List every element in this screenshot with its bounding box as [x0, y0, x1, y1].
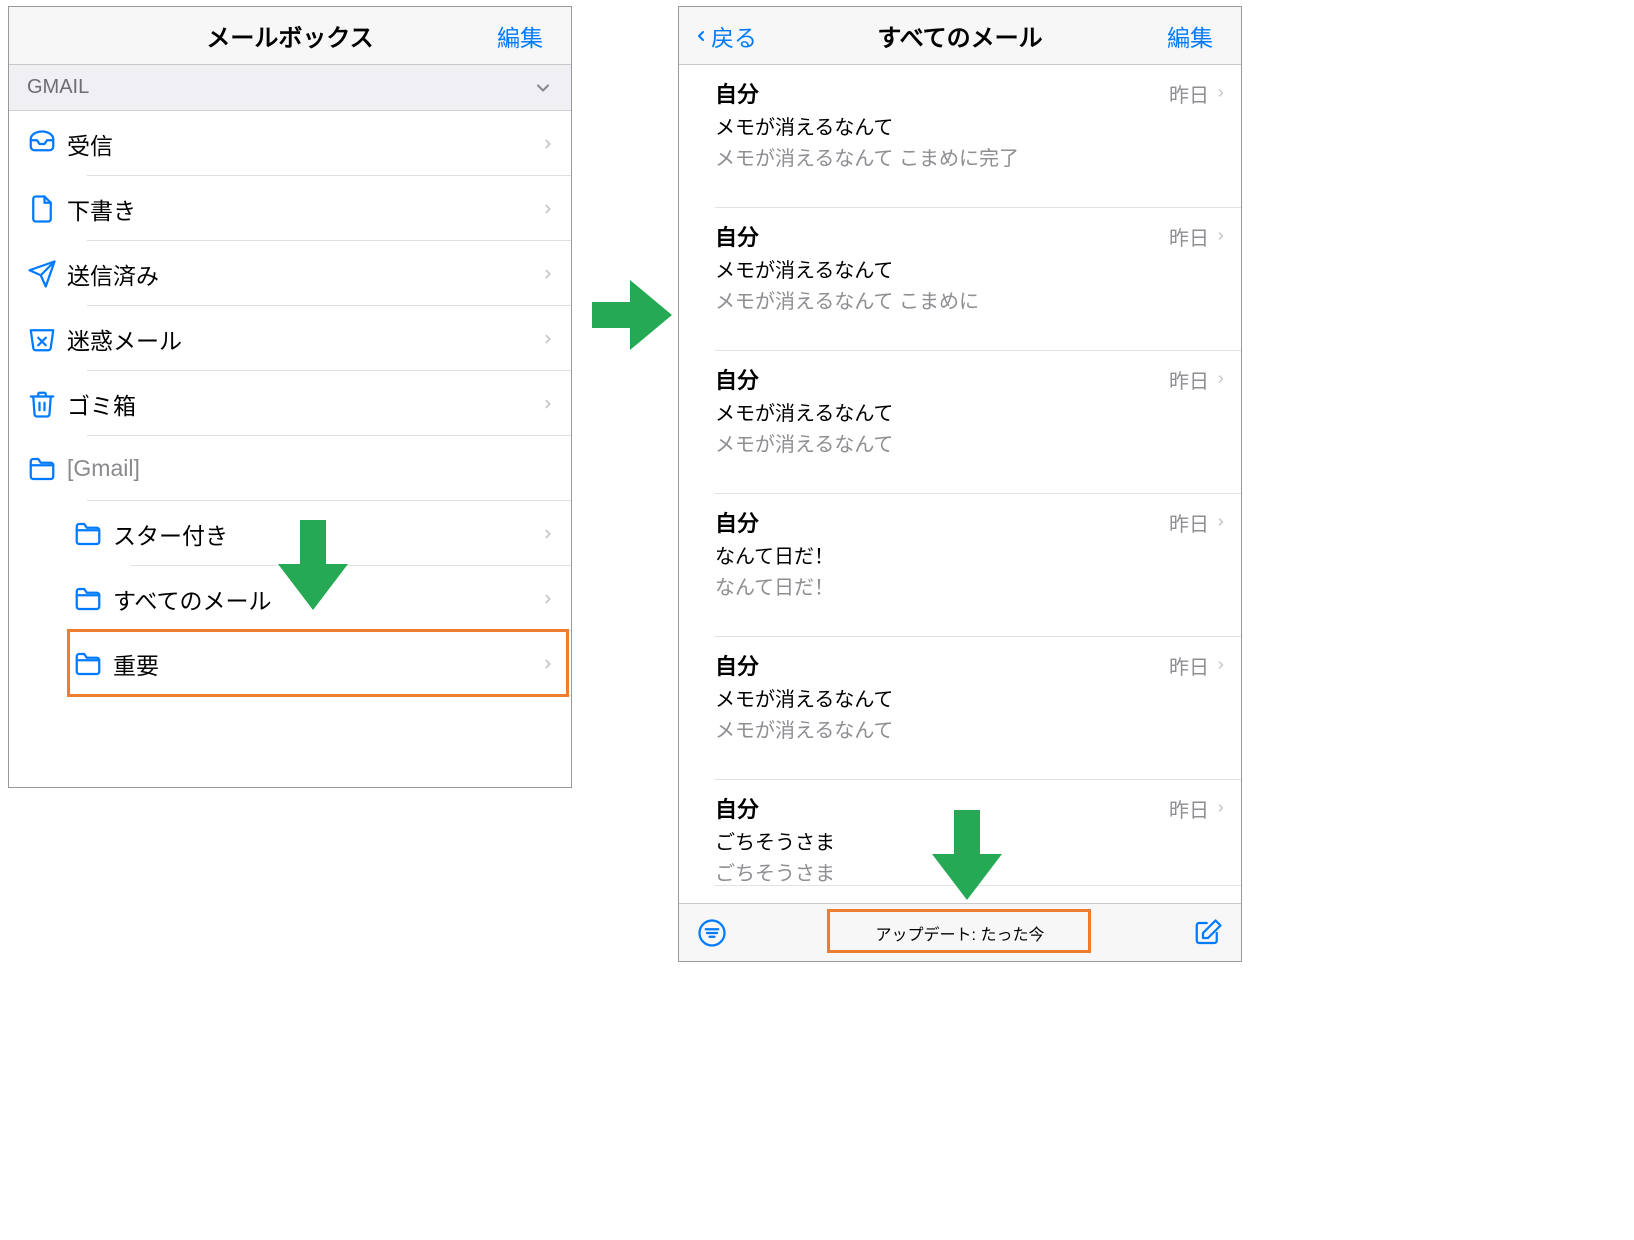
- chevron-right-icon: [541, 524, 571, 544]
- toolbar: アップデート: たった今: [679, 903, 1241, 961]
- message-subject: メモが消えるなんて: [715, 397, 1227, 426]
- chevron-right-icon: [541, 394, 571, 414]
- account-section-header[interactable]: GMAIL: [9, 65, 571, 111]
- chevron-right-icon: [541, 654, 571, 674]
- edit-button[interactable]: 編集: [497, 19, 557, 53]
- message-row[interactable]: 自分 昨日 メモが消えるなんて メモが消えるなんて: [679, 637, 1241, 780]
- message-sender: 自分: [715, 506, 1169, 538]
- mailbox-important[interactable]: 重要: [9, 631, 571, 696]
- junk-icon: [27, 324, 67, 354]
- mailbox-label: ゴミ箱: [67, 387, 541, 421]
- status-label: アップデート: たった今: [727, 921, 1193, 945]
- message-subject: メモが消えるなんて: [715, 111, 1227, 140]
- send-icon: [27, 259, 67, 289]
- folder-icon: [27, 454, 67, 484]
- message-subject: なんて日だ！: [715, 540, 1227, 569]
- arrow-down-annotation: [278, 520, 348, 610]
- message-date: 昨日: [1169, 222, 1209, 251]
- mailbox-gmail-folder[interactable]: [Gmail]: [9, 436, 571, 501]
- chevron-right-icon: [1215, 84, 1227, 102]
- message-date: 昨日: [1169, 365, 1209, 394]
- mailbox-label: [Gmail]: [67, 455, 571, 482]
- arrow-right-annotation: [592, 280, 672, 350]
- chevron-right-icon: [1215, 656, 1227, 674]
- message-preview: メモが消えるなんて こまめに完了: [715, 142, 1227, 171]
- folder-icon: [73, 519, 113, 549]
- message-row[interactable]: 自分 昨日 メモが消えるなんて メモが消えるなんて: [679, 351, 1241, 494]
- inbox-icon: [27, 129, 67, 159]
- chevron-right-icon: [541, 589, 571, 609]
- mailbox-label: 送信済み: [67, 257, 541, 291]
- message-row[interactable]: 自分 昨日 なんて日だ！ なんて日だ！: [679, 494, 1241, 637]
- message-sender: 自分: [715, 220, 1169, 252]
- nav-title: メールボックス: [9, 18, 571, 53]
- edit-button[interactable]: 編集: [1167, 19, 1227, 53]
- document-icon: [27, 194, 67, 224]
- chevron-right-icon: [541, 134, 571, 154]
- message-list: 自分 昨日 メモが消えるなんて メモが消えるなんて こまめに完了 自分 昨日 メ…: [679, 65, 1241, 886]
- chevron-right-icon: [1215, 799, 1227, 817]
- message-sender: 自分: [715, 363, 1169, 395]
- chevron-right-icon: [1215, 370, 1227, 388]
- section-label: GMAIL: [27, 76, 89, 99]
- message-sender: 自分: [715, 649, 1169, 681]
- message-preview: メモが消えるなんて: [715, 714, 1227, 743]
- mailbox-label: 迷惑メール: [67, 322, 541, 356]
- arrow-down-annotation: [932, 810, 1002, 900]
- mailbox-sent[interactable]: 送信済み: [9, 241, 571, 306]
- mailbox-trash[interactable]: ゴミ箱: [9, 371, 571, 436]
- mailbox-drafts[interactable]: 下書き: [9, 176, 571, 241]
- message-subject: メモが消えるなんて: [715, 254, 1227, 283]
- compose-button[interactable]: [1193, 918, 1223, 948]
- message-row[interactable]: 自分 昨日 メモが消えるなんて メモが消えるなんて こまめに完了: [679, 65, 1241, 208]
- nav-title: すべてのメール: [679, 18, 1241, 53]
- message-date: 昨日: [1169, 651, 1209, 680]
- chevron-down-icon: [533, 78, 553, 98]
- mailbox-junk[interactable]: 迷惑メール: [9, 306, 571, 371]
- chevron-left-icon: [693, 23, 709, 49]
- navbar: メールボックス 編集: [9, 7, 571, 65]
- mailbox-inbox[interactable]: 受信: [9, 111, 571, 176]
- chevron-right-icon: [541, 199, 571, 219]
- mailbox-label: 下書き: [67, 192, 541, 226]
- folder-icon: [73, 649, 113, 679]
- trash-icon: [27, 389, 67, 419]
- message-row[interactable]: 自分 昨日 メモが消えるなんて メモが消えるなんて こまめに: [679, 208, 1241, 351]
- chevron-right-icon: [541, 329, 571, 349]
- message-preview: メモが消えるなんて: [715, 428, 1227, 457]
- filter-button[interactable]: [697, 918, 727, 948]
- navbar: 戻る すべてのメール 編集: [679, 7, 1241, 65]
- message-date: 昨日: [1169, 794, 1209, 823]
- message-preview: メモが消えるなんて こまめに: [715, 285, 1227, 314]
- chevron-right-icon: [1215, 227, 1227, 245]
- mailbox-label: 重要: [113, 647, 541, 681]
- message-date: 昨日: [1169, 508, 1209, 537]
- mailboxes-screen: メールボックス 編集 GMAIL 受信 下書き 送信済み: [8, 6, 572, 788]
- back-button[interactable]: 戻る: [693, 19, 757, 53]
- message-subject: メモが消えるなんて: [715, 683, 1227, 712]
- chevron-right-icon: [541, 264, 571, 284]
- mailbox-label: 受信: [67, 127, 541, 161]
- back-label: 戻る: [711, 19, 757, 53]
- folder-icon: [73, 584, 113, 614]
- message-preview: なんて日だ！: [715, 571, 1227, 600]
- chevron-right-icon: [1215, 513, 1227, 531]
- message-date: 昨日: [1169, 79, 1209, 108]
- message-sender: 自分: [715, 77, 1169, 109]
